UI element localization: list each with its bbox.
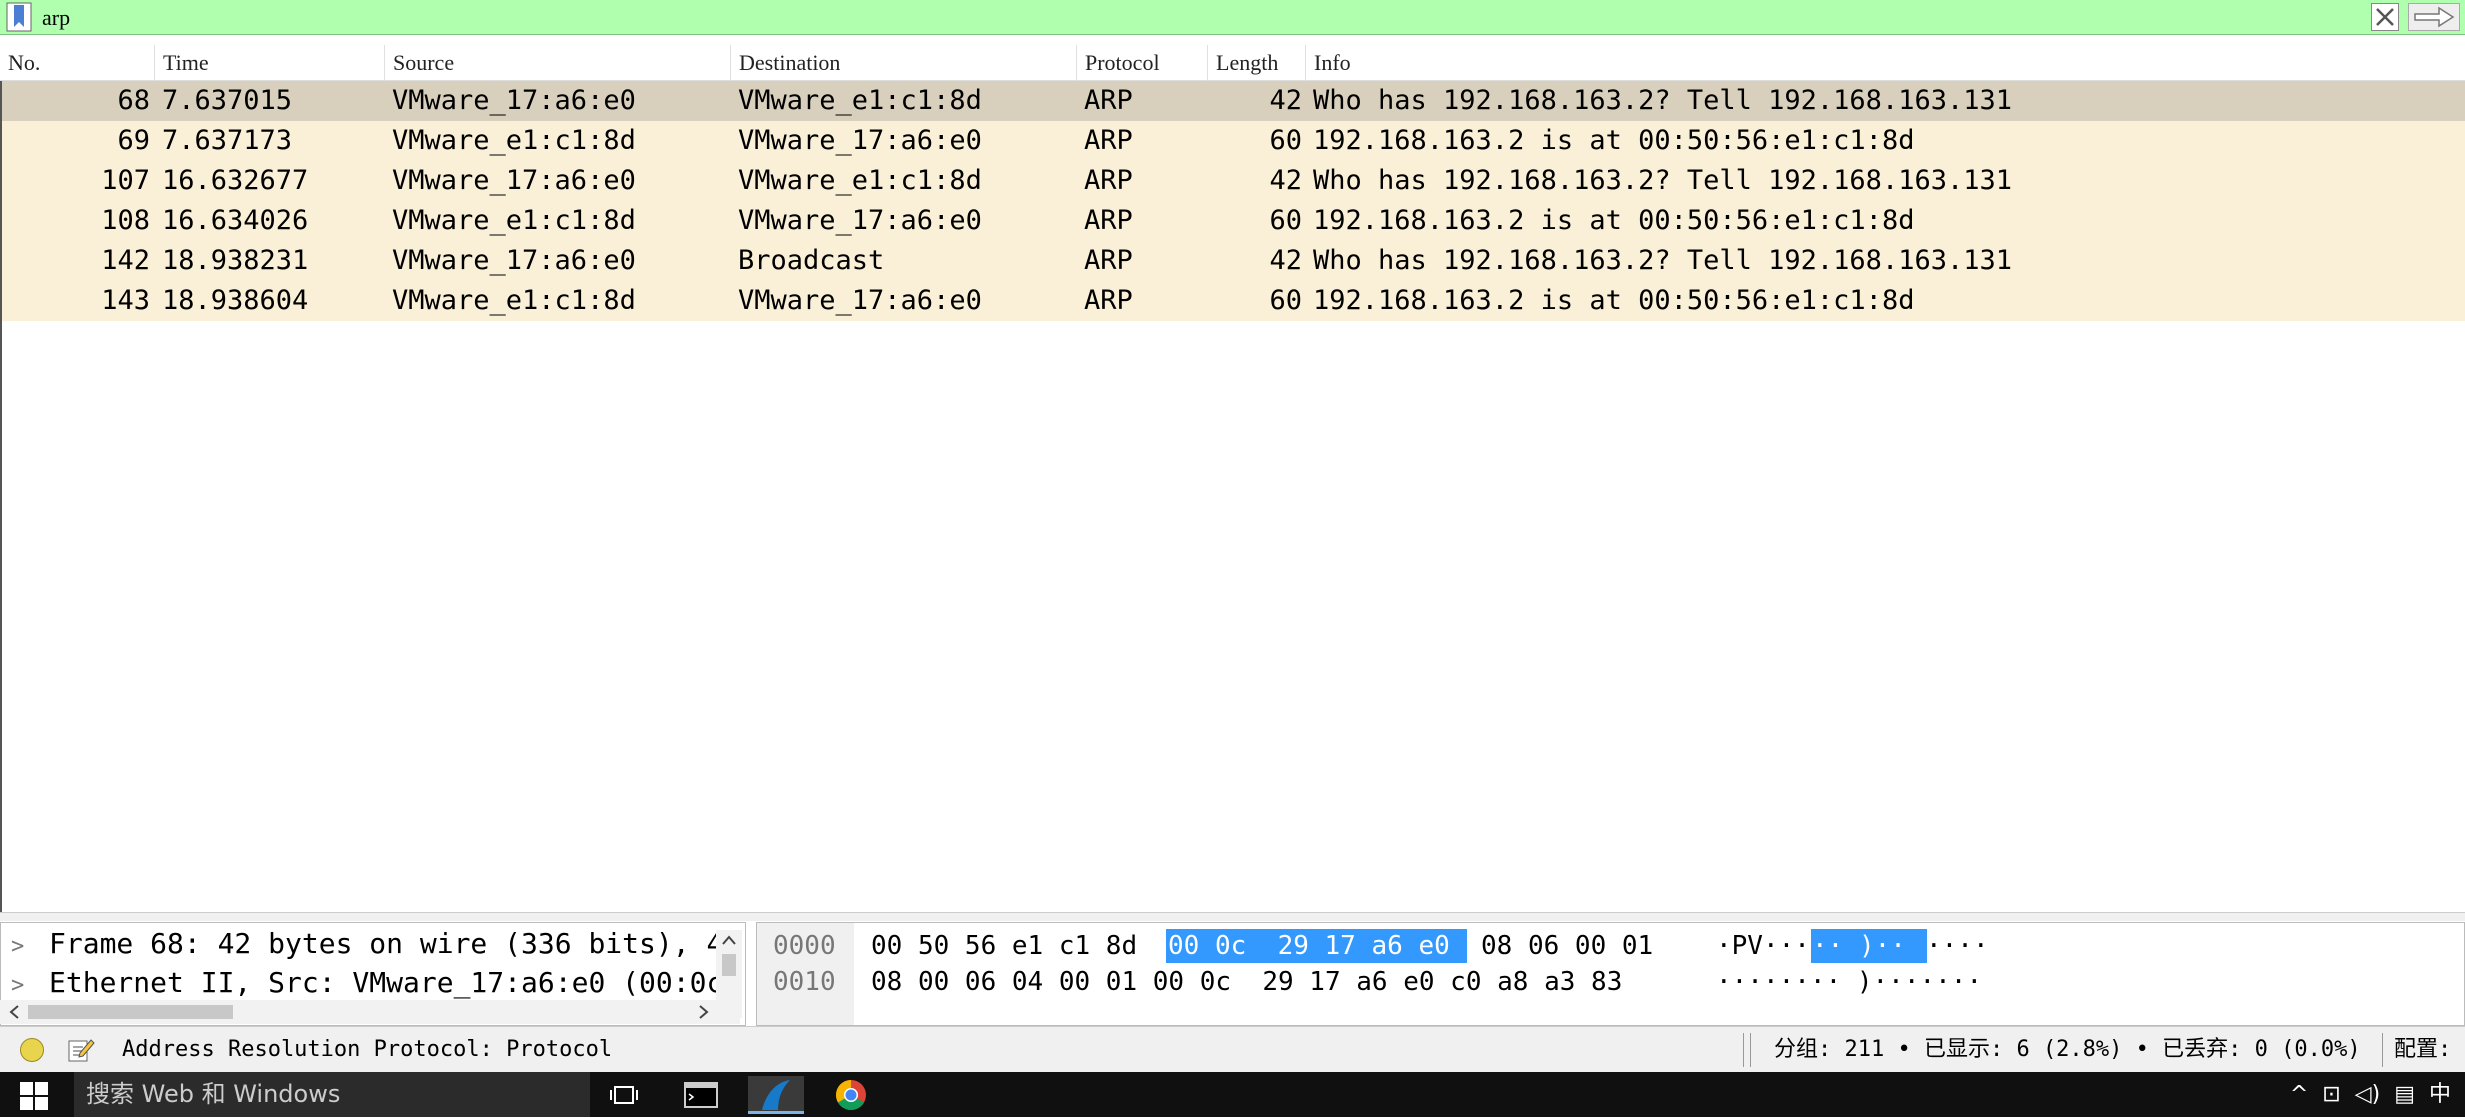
column-header-no[interactable]: No. bbox=[0, 45, 155, 81]
packet-length: 60 bbox=[1269, 205, 1302, 236]
terminal-app-icon[interactable] bbox=[672, 1076, 728, 1114]
column-header-source[interactable]: Source bbox=[385, 45, 731, 81]
status-separator bbox=[1750, 1033, 1751, 1067]
packet-no: 68 bbox=[117, 85, 150, 116]
packet-time: 7.637173 bbox=[162, 125, 293, 156]
packet-source: VMware_e1:c1:8d bbox=[392, 285, 636, 316]
details-horizontal-scrollbar[interactable] bbox=[0, 1000, 740, 1024]
packet-time: 16.632677 bbox=[162, 165, 309, 196]
packet-time: 7.637015 bbox=[162, 85, 293, 116]
profile-label[interactable]: 配置: bbox=[2394, 1027, 2451, 1073]
ascii-bytes[interactable]: ········ )······· bbox=[1716, 964, 1982, 1000]
column-header-protocol[interactable]: Protocol bbox=[1077, 45, 1208, 81]
packet-protocol: ARP bbox=[1084, 85, 1133, 116]
packet-protocol: ARP bbox=[1084, 165, 1133, 196]
byte-offset: 0000 bbox=[773, 931, 836, 961]
packet-no: 69 bbox=[117, 125, 150, 156]
status-message: Address Resolution Protocol: Protocol bbox=[122, 1037, 613, 1062]
packet-no: 142 bbox=[101, 245, 150, 276]
packet-source: VMware_17:a6:e0 bbox=[392, 245, 636, 276]
capture-comment-icon[interactable] bbox=[66, 1035, 96, 1065]
packet-row[interactable]: 69 7.637173 VMware_e1:c1:8d VMware_17:a6… bbox=[0, 121, 2465, 161]
packet-time: 18.938231 bbox=[162, 245, 309, 276]
packet-info: Who has 192.168.163.2? Tell 192.168.163.… bbox=[1313, 245, 2012, 276]
packet-protocol: ARP bbox=[1084, 245, 1133, 276]
packet-statistics: 分组: 211 • 已显示: 6 (2.8%) • 已丢弃: 0 (0.0%) bbox=[1774, 1037, 2361, 1062]
column-header-info[interactable]: Info bbox=[1306, 45, 2465, 81]
packet-source: VMware_e1:c1:8d bbox=[392, 205, 636, 236]
bookmark-icon[interactable] bbox=[6, 2, 32, 32]
packet-destination: VMware_17:a6:e0 bbox=[738, 285, 982, 316]
hex-bytes-selected[interactable]: 00 0c 29 17 a6 e0 bbox=[1168, 928, 1450, 964]
packet-length: 60 bbox=[1269, 125, 1302, 156]
packet-destination: VMware_e1:c1:8d bbox=[738, 165, 982, 196]
column-header-length[interactable]: Length bbox=[1208, 45, 1306, 81]
byte-offset: 0010 bbox=[773, 967, 836, 997]
packet-protocol: ARP bbox=[1084, 205, 1133, 236]
packet-destination: Broadcast bbox=[738, 245, 885, 276]
packet-info: Who has 192.168.163.2? Tell 192.168.163.… bbox=[1313, 165, 2012, 196]
tree-item-frame[interactable]: > Frame 68: 42 bytes on wire (336 bits), … bbox=[11, 925, 740, 963]
packet-list-header: No. Time Source Destination Protocol Len… bbox=[0, 45, 2465, 81]
ascii-bytes-selected[interactable]: ·· )·· bbox=[1812, 928, 1906, 964]
expert-info-icon[interactable] bbox=[20, 1038, 44, 1062]
packet-row[interactable]: 107 16.632677 VMware_17:a6:e0 VMware_e1:… bbox=[0, 161, 2465, 201]
packet-row[interactable]: 108 16.634026 VMware_e1:c1:8d VMware_17:… bbox=[0, 201, 2465, 241]
packet-info: 192.168.163.2 is at 00:50:56:e1:c1:8d bbox=[1313, 125, 1915, 156]
apply-filter-arrow-icon[interactable] bbox=[2408, 3, 2460, 31]
packet-length: 60 bbox=[1269, 285, 1302, 316]
chevron-right-icon[interactable]: > bbox=[11, 928, 49, 966]
packet-source: VMware_17:a6:e0 bbox=[392, 85, 636, 116]
packet-protocol: ARP bbox=[1084, 285, 1133, 316]
packet-source: VMware_17:a6:e0 bbox=[392, 165, 636, 196]
pane-splitter[interactable] bbox=[0, 912, 2465, 921]
status-separator bbox=[2382, 1033, 2383, 1067]
windows-taskbar: 搜索 Web 和 Windows ^ ⊡ ◁) ▤ 中 bbox=[0, 1072, 2465, 1117]
column-header-destination[interactable]: Destination bbox=[731, 45, 1077, 81]
packet-time: 16.634026 bbox=[162, 205, 309, 236]
wireshark-app-icon[interactable] bbox=[748, 1076, 804, 1114]
hex-bytes[interactable]: 08 06 00 01 bbox=[1481, 928, 1653, 964]
packet-length: 42 bbox=[1269, 245, 1302, 276]
packet-protocol: ARP bbox=[1084, 125, 1133, 156]
column-header-time[interactable]: Time bbox=[155, 45, 385, 81]
packet-row[interactable]: 68 7.637015 VMware_17:a6:e0 VMware_e1:c1… bbox=[0, 81, 2465, 121]
taskbar-search-placeholder: 搜索 Web 和 Windows bbox=[86, 1080, 341, 1108]
tree-item-label: Frame 68: 42 bytes on wire (336 bits), 4… bbox=[49, 927, 741, 960]
packet-length: 42 bbox=[1269, 165, 1302, 196]
packet-info: 192.168.163.2 is at 00:50:56:e1:c1:8d bbox=[1313, 205, 1915, 236]
tree-item-ethernet[interactable]: > Ethernet II, Src: VMware_17:a6:e0 (00:0… bbox=[11, 964, 740, 1002]
chrome-app-icon[interactable] bbox=[823, 1076, 879, 1114]
ascii-bytes[interactable]: ···· bbox=[1926, 928, 1989, 964]
packet-time: 18.938604 bbox=[162, 285, 309, 316]
ascii-bytes[interactable]: ·PV··· bbox=[1716, 928, 1810, 964]
display-filter-bar bbox=[0, 0, 2465, 35]
status-bar: Address Resolution Protocol: Protocol 分组… bbox=[0, 1026, 2465, 1072]
packet-length: 42 bbox=[1269, 85, 1302, 116]
display-filter-input[interactable] bbox=[42, 0, 2342, 35]
status-separator bbox=[1743, 1033, 1744, 1067]
tree-item-label: Ethernet II, Src: VMware_17:a6:e0 (00:0c… bbox=[49, 966, 741, 999]
packet-info: Who has 192.168.163.2? Tell 192.168.163.… bbox=[1313, 85, 2012, 116]
task-view-icon[interactable] bbox=[597, 1076, 653, 1114]
list-left-border bbox=[0, 81, 2, 914]
packet-info: 192.168.163.2 is at 00:50:56:e1:c1:8d bbox=[1313, 285, 1915, 316]
clear-filter-icon[interactable] bbox=[2371, 3, 2399, 31]
packet-no: 143 bbox=[101, 285, 150, 316]
packet-destination: VMware_17:a6:e0 bbox=[738, 125, 982, 156]
hex-bytes[interactable]: 08 00 06 04 00 01 00 0c 29 17 a6 e0 c0 a… bbox=[871, 964, 1622, 1000]
packet-source: VMware_e1:c1:8d bbox=[392, 125, 636, 156]
packet-list: 68 7.637015 VMware_17:a6:e0 VMware_e1:c1… bbox=[0, 81, 2465, 914]
packet-row[interactable]: 142 18.938231 VMware_17:a6:e0 Broadcast … bbox=[0, 241, 2465, 281]
packet-no: 107 bbox=[101, 165, 150, 196]
hex-bytes[interactable]: 00 50 56 e1 c1 8d bbox=[871, 928, 1137, 964]
windows-start-icon[interactable] bbox=[20, 1082, 48, 1110]
packet-destination: VMware_17:a6:e0 bbox=[738, 205, 982, 236]
packet-destination: VMware_e1:c1:8d bbox=[738, 85, 982, 116]
packet-row[interactable]: 143 18.938604 VMware_e1:c1:8d VMware_17:… bbox=[0, 281, 2465, 321]
packet-no: 108 bbox=[101, 205, 150, 236]
system-tray[interactable]: ^ ⊡ ◁) ▤ 中 bbox=[2290, 1072, 2465, 1117]
